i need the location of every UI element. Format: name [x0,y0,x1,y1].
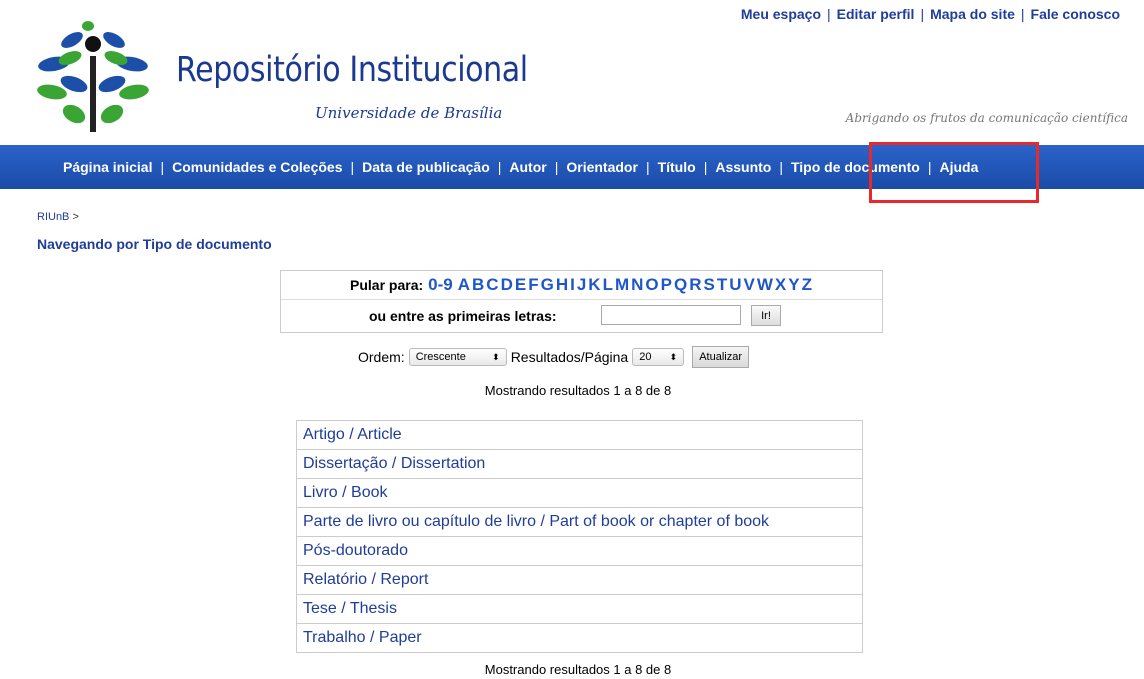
breadcrumb-separator: > [72,211,79,223]
nav-autor[interactable]: Autor [509,159,546,175]
list-item[interactable]: Livro / Book [297,479,862,508]
letter-link[interactable]: X [775,275,786,295]
tagline: Abrigando os frutos da comunicação cient… [845,111,1128,125]
letter-link[interactable]: A [458,275,470,295]
letter-links: 0-9 A B C D E F G H I J K L M N O P Q R S T U V W X Y Z [427,275,813,295]
letter-link[interactable]: J [577,275,586,295]
letter-link[interactable]: M [615,275,629,295]
letter-link[interactable]: O [645,275,658,295]
update-button[interactable]: Atualizar [692,346,750,368]
letter-link[interactable]: G [541,275,554,295]
letter-link[interactable]: N [631,275,643,295]
sort-controls: Ordem: Crescente ⬍ Resultados/Página 20 … [358,346,750,368]
list-item[interactable]: Trabalho / Paper [297,624,862,652]
letter-link[interactable]: K [588,275,600,295]
select-arrows-icon: ⬍ [669,351,678,362]
university-name: Universidade de Brasília [315,104,503,122]
link-editar-perfil[interactable]: Editar perfil [837,6,915,22]
list-item[interactable]: Relatório / Report [297,566,862,595]
nav-pagina-inicial[interactable]: Página inicial [63,159,152,175]
letter-link[interactable]: I [570,275,575,295]
letter-link[interactable]: C [486,275,498,295]
link-meu-espaco[interactable]: Meu espaço [741,6,821,22]
jump-to-box: Pular para: 0-9 A B C D E F G H I J K L M N O P Q R S T U V W X Y… [280,270,883,333]
results-per-page-label: Resultados/Página [510,349,629,365]
order-select[interactable]: Crescente ⬍ [408,348,507,366]
select-arrows-icon: ⬍ [492,351,500,362]
nav-data-publicacao[interactable]: Data de publicação [362,159,490,175]
letter-link[interactable]: Z [802,275,812,295]
separator: | [1020,6,1025,22]
separator: | [827,6,831,22]
letter-link[interactable]: S [704,275,715,295]
list-item[interactable]: Tese / Thesis [297,595,862,624]
results-list: Artigo / Article Dissertação / Dissertat… [296,420,863,653]
separator: | [779,159,783,175]
letter-link[interactable]: H [556,275,568,295]
letter-link[interactable]: B [472,275,484,295]
breadcrumb-root[interactable]: RIUnB [37,211,69,223]
letter-link[interactable]: F [528,275,538,295]
separator: | [645,159,650,175]
letter-link[interactable]: U [729,275,741,295]
link-mapa-do-site[interactable]: Mapa do site [930,6,1015,22]
separator: | [554,159,559,175]
letter-link[interactable]: 0-9 [428,275,453,295]
results-count-bottom: Mostrando resultados 1 a 8 de 8 [484,662,672,677]
letter-link[interactable]: T [717,275,727,295]
nav-comunidades[interactable]: Comunidades e Coleções [172,159,342,175]
order-label: Ordem: [358,349,405,365]
separator: | [497,159,502,175]
letter-link[interactable]: V [744,275,755,295]
letter-link[interactable]: R [689,275,701,295]
list-item[interactable]: Artigo / Article [297,421,862,450]
page-title: Navegando por Tipo de documento [37,236,272,252]
list-item[interactable]: Dissertação / Dissertation [297,450,862,479]
list-item[interactable]: Pós-doutorado [297,537,862,566]
first-letters-label: ou entre as primeiras letras: [369,308,557,324]
top-links: Meu espaço | Editar perfil | Mapa do site | Fa… [741,6,1120,22]
letter-link[interactable]: E [515,275,526,295]
results-count-top: Mostrando resultados 1 a 8 de 8 [484,383,672,398]
list-item[interactable]: Parte de livro ou capítulo de livro / Pa… [297,508,862,537]
jump-label: Pular para: [350,277,424,293]
first-letters-input[interactable] [601,305,741,325]
logo-tree-icon[interactable] [34,18,152,136]
letter-link[interactable]: Q [674,275,687,295]
separator: | [703,159,708,175]
nav-assunto[interactable]: Assunto [715,159,771,175]
letter-link[interactable]: P [661,275,672,295]
order-select-value: Crescente [415,351,466,363]
letter-link[interactable]: W [757,275,773,295]
results-per-page-select[interactable]: 20 ⬍ [632,348,685,366]
separator: | [160,159,165,175]
separator: | [920,6,925,22]
highlight-box [869,142,1039,203]
letter-link[interactable]: Y [788,275,799,295]
nav-orientador[interactable]: Orientador [566,159,638,175]
letter-link[interactable]: L [603,275,613,295]
letter-link[interactable]: D [501,275,513,295]
separator: | [350,159,355,175]
go-button[interactable]: Ir! [751,305,781,326]
site-title[interactable]: Repositório Institucional [176,50,528,90]
nav-titulo[interactable]: Título [658,159,696,175]
results-per-page-value: 20 [639,351,652,363]
link-fale-conosco[interactable]: Fale conosco [1031,6,1120,22]
breadcrumb: RIUnB > [37,211,79,223]
